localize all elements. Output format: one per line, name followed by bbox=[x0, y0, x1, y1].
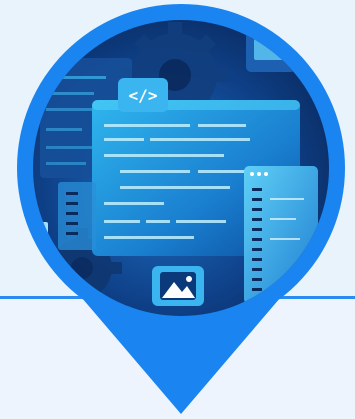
code-gutter-panel bbox=[58, 182, 96, 250]
location-pin-badge: </> bbox=[17, 4, 345, 414]
image-picture-icon bbox=[152, 266, 204, 306]
code-brackets-icon: </> bbox=[118, 78, 168, 112]
svg-text:</>: </> bbox=[129, 86, 158, 105]
illustration-canvas: </> bbox=[0, 0, 355, 419]
